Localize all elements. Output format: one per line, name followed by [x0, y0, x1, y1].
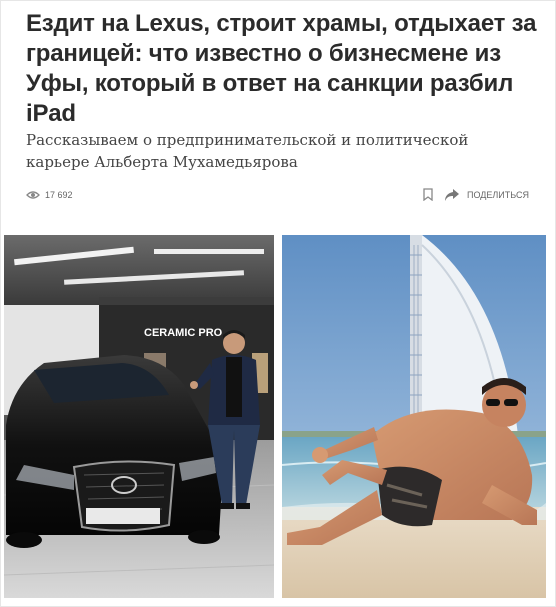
article-title: Ездит на Lexus, строит храмы, отдыхает з… [26, 10, 537, 127]
photo-gutter [274, 235, 282, 598]
article-meta-bar: 17 692 ПОДЕЛИТЬСЯ [26, 187, 529, 205]
photo-businessman-beach [282, 235, 546, 598]
showroom-sign-text: CERAMIC PRO [144, 327, 223, 339]
share-arrow-icon[interactable] [444, 188, 460, 202]
photo-businessman-lexus: CERAMIC PRO [4, 235, 274, 598]
eye-icon [26, 191, 40, 199]
article-card: Ездит на Lexus, строит храмы, отдыхает з… [0, 0, 556, 607]
bookmark-icon[interactable] [423, 188, 433, 201]
article-lead: Рассказываем о предпринимательской и пол… [26, 131, 469, 171]
share-button[interactable]: ПОДЕЛИТЬСЯ [467, 190, 529, 200]
views-count: 17 692 [45, 190, 73, 200]
